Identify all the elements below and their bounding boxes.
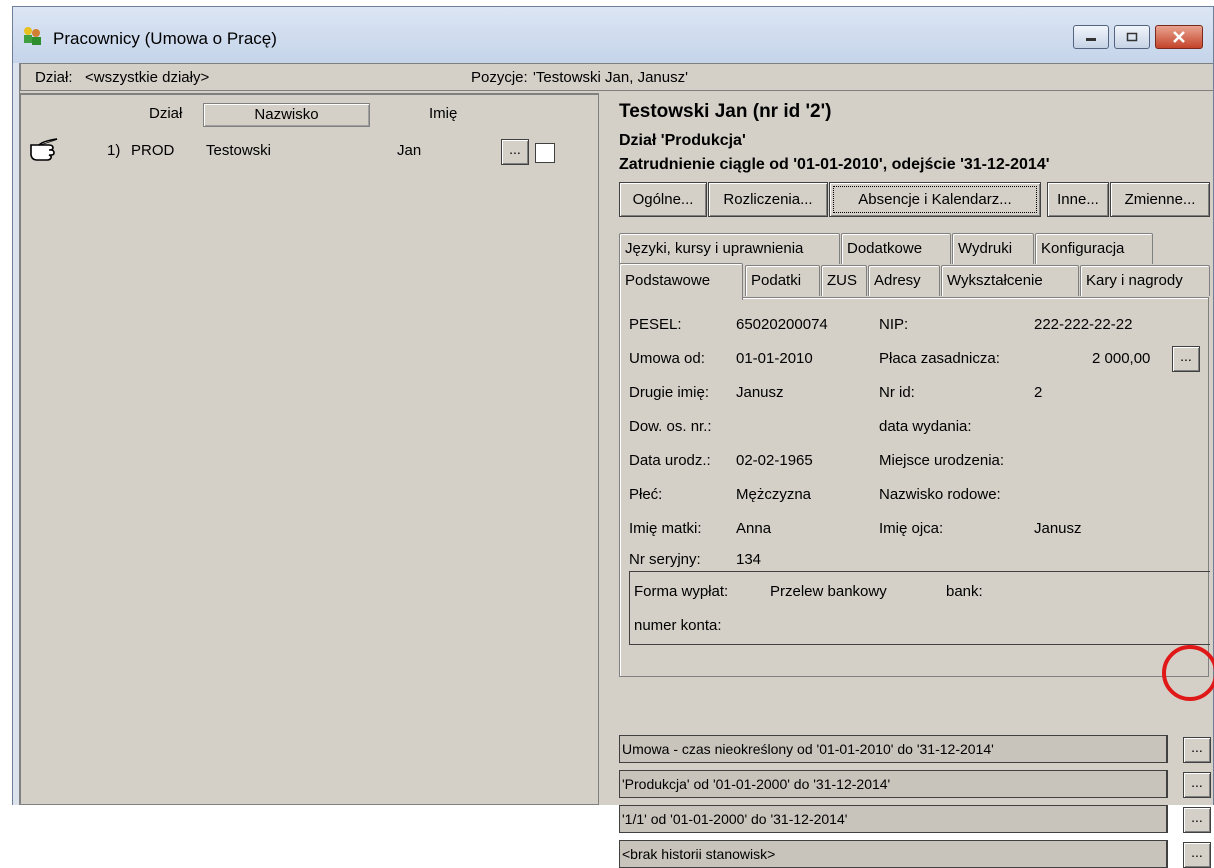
middle-name-label: Drugie imię: bbox=[629, 384, 710, 401]
contract-from-label: Umowa od: bbox=[629, 350, 705, 367]
salary-details-button[interactable]: ... bbox=[1172, 346, 1200, 372]
pesel-label: PESEL: bbox=[629, 316, 682, 333]
serial-number-value: 134 bbox=[736, 551, 762, 568]
position-value: 'Testowski Jan, Janusz' bbox=[533, 69, 688, 86]
position-label: Pozycje: bbox=[471, 69, 528, 86]
serial-number-label: Nr seryjny: bbox=[629, 551, 701, 568]
tab-addresses[interactable]: Adresy bbox=[868, 265, 940, 296]
birth-date-label: Data urodz.: bbox=[629, 452, 711, 469]
tab-configuration[interactable]: Konfiguracja bbox=[1035, 233, 1153, 264]
variables-button[interactable]: Zmienne... bbox=[1110, 182, 1210, 217]
middle-name-value: Janusz bbox=[736, 384, 784, 401]
row-firstname: Jan bbox=[397, 142, 422, 159]
tab-penalties-awards[interactable]: Kary i nagrody bbox=[1080, 265, 1210, 296]
col-header-firstname[interactable]: Imię bbox=[429, 105, 457, 122]
close-icon bbox=[1173, 31, 1185, 43]
filter-bar: Dział: <wszystkie działy> Pozycje: 'Test… bbox=[20, 63, 1213, 91]
maximize-icon bbox=[1126, 32, 1138, 42]
bank-label: bank: bbox=[946, 583, 983, 600]
tab-languages-courses[interactable]: Języki, kursy i uprawnienia bbox=[619, 233, 840, 264]
people-icon bbox=[24, 27, 41, 45]
col-header-surname[interactable]: Nazwisko bbox=[203, 103, 370, 127]
employee-list[interactable]: Dział Nazwisko Imię 1) PROD Testowski Ja… bbox=[20, 93, 599, 805]
maximize-button[interactable] bbox=[1114, 25, 1150, 49]
tab-zus[interactable]: ZUS bbox=[821, 265, 867, 296]
base-salary-value: 2 000,00 bbox=[1092, 350, 1151, 367]
highlight-circle bbox=[1162, 645, 1214, 701]
row-dept: PROD bbox=[131, 142, 175, 159]
employee-title: Testowski Jan (nr id '2') bbox=[619, 101, 832, 122]
nip-value: 222-222-22-22 bbox=[1034, 316, 1133, 333]
issue-date-label: data wydania: bbox=[879, 418, 972, 435]
tab-printouts[interactable]: Wydruki bbox=[952, 233, 1034, 264]
window-title: Pracownicy (Umowa o Pracę) bbox=[53, 29, 277, 48]
row-index: 1) bbox=[107, 142, 121, 159]
id-number-value: 2 bbox=[1034, 384, 1043, 401]
app-window: Pracownicy (Umowa o Pracę) Dział: <wszys… bbox=[12, 6, 1214, 868]
dept-filter-value[interactable]: <wszystkie działy> bbox=[85, 69, 209, 86]
general-button[interactable]: Ogólne... bbox=[619, 182, 707, 217]
gender-value: Mężczyzna bbox=[736, 486, 812, 503]
position-history-button[interactable]: ... bbox=[1183, 842, 1211, 868]
account-number-label: numer konta: bbox=[634, 617, 722, 634]
payment-form-label: Forma wypłat: bbox=[634, 583, 729, 600]
employee-details: Testowski Jan (nr id '2') Dział 'Produkc… bbox=[603, 93, 1213, 868]
department-history-button[interactable]: ... bbox=[1183, 772, 1211, 798]
col-header-dept[interactable]: Dział bbox=[149, 105, 182, 122]
gender-label: Płeć: bbox=[629, 486, 663, 503]
minimize-icon bbox=[1086, 38, 1096, 41]
fraction-history-field: '1/1' od '01-01-2000' do '31-12-2014' bbox=[619, 805, 1168, 833]
nip-label: NIP: bbox=[879, 316, 909, 333]
maiden-name-label: Nazwisko rodowe: bbox=[879, 486, 1001, 503]
mother-name-label: Imię matki: bbox=[629, 520, 702, 537]
contract-history-button[interactable]: ... bbox=[1183, 737, 1211, 763]
payment-groupbox: Forma wypłat: Przelew bankowy bank: nume… bbox=[629, 571, 1210, 645]
fraction-history-button[interactable]: ... bbox=[1183, 807, 1211, 833]
pointing-hand-icon bbox=[30, 138, 58, 161]
payment-form-value: Przelew bankowy bbox=[770, 583, 887, 600]
birth-place-label: Miejsce urodzenia: bbox=[879, 452, 1005, 469]
dept-filter-label: Dział: bbox=[35, 69, 73, 86]
mother-name-value: Anna bbox=[736, 520, 772, 537]
minimize-button[interactable] bbox=[1073, 25, 1109, 49]
employee-employment: Zatrudnienie ciągle od '01-01-2010', ode… bbox=[619, 156, 1050, 173]
basic-tab-panel: PESEL: 65020200074 NIP: 222-222-22-22 Um… bbox=[619, 297, 1210, 677]
birth-date-value: 02-02-1965 bbox=[736, 452, 813, 469]
row-surname: Testowski bbox=[206, 142, 272, 159]
absence-calendar-button[interactable]: Absencje i Kalendarz... bbox=[829, 182, 1041, 217]
tab-taxes[interactable]: Podatki bbox=[745, 265, 820, 296]
row-checkbox[interactable] bbox=[535, 143, 555, 163]
tab-basic[interactable]: Podstawowe bbox=[619, 263, 743, 300]
id-card-label: Dow. os. nr.: bbox=[629, 418, 712, 435]
tab-education[interactable]: Wykształcenie bbox=[941, 265, 1079, 296]
settlements-button[interactable]: Rozliczenia... bbox=[708, 182, 828, 217]
close-button[interactable] bbox=[1155, 25, 1203, 49]
id-number-label: Nr id: bbox=[879, 384, 915, 401]
row-details-button[interactable]: ... bbox=[501, 139, 529, 165]
department-history-field: 'Produkcja' od '01-01-2000' do '31-12-20… bbox=[619, 770, 1168, 798]
father-name-value: Janusz bbox=[1034, 520, 1082, 537]
contract-from-value: 01-01-2010 bbox=[736, 350, 813, 367]
tab-additional[interactable]: Dodatkowe bbox=[841, 233, 951, 264]
other-button[interactable]: Inne... bbox=[1047, 182, 1109, 217]
client-area: Dział: <wszystkie działy> Pozycje: 'Test… bbox=[19, 63, 1213, 868]
base-salary-label: Płaca zasadnicza: bbox=[879, 350, 1000, 367]
position-history-field: <brak historii stanowisk> bbox=[619, 840, 1168, 868]
pesel-value: 65020200074 bbox=[736, 316, 828, 333]
father-name-label: Imię ojca: bbox=[879, 520, 944, 537]
contract-history-field: Umowa - czas nieokreślony od '01-01-2010… bbox=[619, 735, 1168, 763]
title-bar[interactable]: Pracownicy (Umowa o Pracę) bbox=[13, 7, 1213, 63]
employee-dept: Dział 'Produkcja' bbox=[619, 132, 746, 149]
